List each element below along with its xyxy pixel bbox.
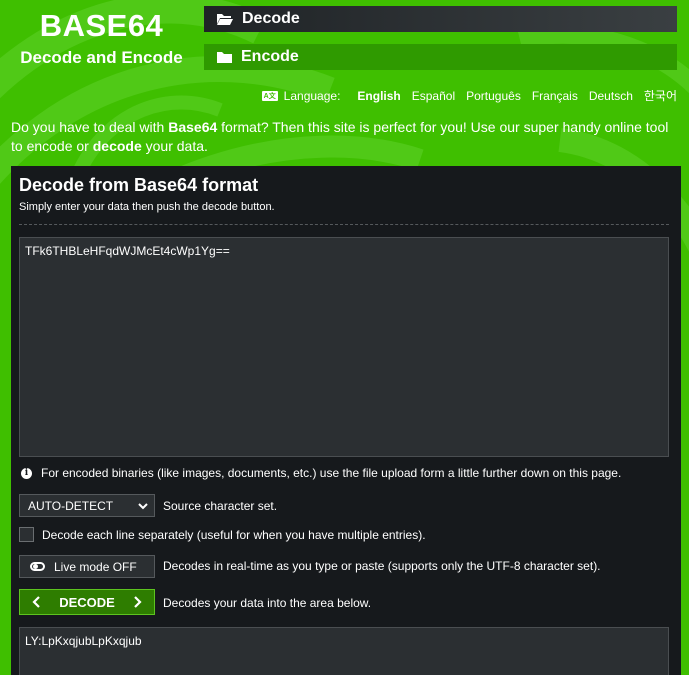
charset-select-value: AUTO-DETECT xyxy=(28,498,114,513)
site-logo[interactable]: BASE64 Decode and Encode xyxy=(0,0,203,80)
panel-subtitle: Simply enter your data then push the dec… xyxy=(19,201,275,213)
chevron-right-icon xyxy=(134,596,142,608)
decode-lines-checkbox[interactable] xyxy=(19,527,34,542)
decode-lines-label: Decode each line separately (useful for … xyxy=(42,528,426,542)
chevron-down-icon xyxy=(138,503,148,510)
panel-title: Decode from Base64 format xyxy=(19,175,259,195)
intro-part1: Do you have to deal with xyxy=(11,119,169,135)
output-textarea[interactable]: LY:LpKxqjubLpKxqjub xyxy=(19,627,669,675)
intro-text: Do you have to deal with Base64 format? … xyxy=(11,118,681,156)
language-spanish[interactable]: Español xyxy=(412,89,455,103)
input-textarea[interactable]: TFk6THBLeHFqdWJMcEt4cWp1Yg== xyxy=(19,237,669,457)
binary-info-note: i For encoded binaries (like images, doc… xyxy=(21,466,621,480)
charset-select[interactable]: AUTO-DETECT xyxy=(19,494,155,517)
language-label: Language: xyxy=(283,88,341,103)
live-mode-button[interactable]: Live mode OFF xyxy=(19,555,155,578)
nav-encode-label: Encode xyxy=(241,48,299,65)
folder-icon xyxy=(217,51,232,63)
language-portuguese[interactable]: Português xyxy=(466,89,521,103)
logo-subtitle: Decode and Encode xyxy=(20,48,183,67)
nav-decode[interactable]: Decode xyxy=(204,6,677,32)
nav-decode-label: Decode xyxy=(242,10,300,27)
decode-description: Decodes your data into the area below. xyxy=(163,596,372,610)
decode-button[interactable]: DECODE xyxy=(19,589,155,615)
decode-panel: Decode from Base64 format Simply enter y… xyxy=(11,166,681,675)
live-mode-label: Live mode OFF xyxy=(54,559,137,574)
language-german[interactable]: Deutsch xyxy=(589,89,633,103)
language-english[interactable]: English xyxy=(357,89,400,103)
language-korean[interactable]: 한국어 xyxy=(644,87,677,104)
live-mode-description: Decodes in real-time as you type or past… xyxy=(163,559,601,573)
folder-open-icon xyxy=(217,14,233,25)
info-icon: i xyxy=(21,467,32,479)
binary-info-text: For encoded binaries (like images, docum… xyxy=(41,466,622,480)
nav-encode[interactable]: Encode xyxy=(204,44,677,70)
language-french[interactable]: Français xyxy=(532,89,578,103)
intro-bold-decode: decode xyxy=(92,138,142,154)
intro-part3: your data. xyxy=(141,138,208,154)
language-bar: A文 Language: English Español Português F… xyxy=(261,87,677,104)
divider xyxy=(19,224,669,225)
decode-button-label: DECODE xyxy=(59,594,115,610)
toggle-icon xyxy=(30,562,45,571)
language-icon: A文 xyxy=(261,90,278,101)
chevron-left-icon xyxy=(32,596,40,608)
intro-bold-base64: Base64 xyxy=(168,119,218,135)
charset-label: Source character set. xyxy=(163,499,278,513)
logo-title: BASE64 xyxy=(39,8,164,43)
